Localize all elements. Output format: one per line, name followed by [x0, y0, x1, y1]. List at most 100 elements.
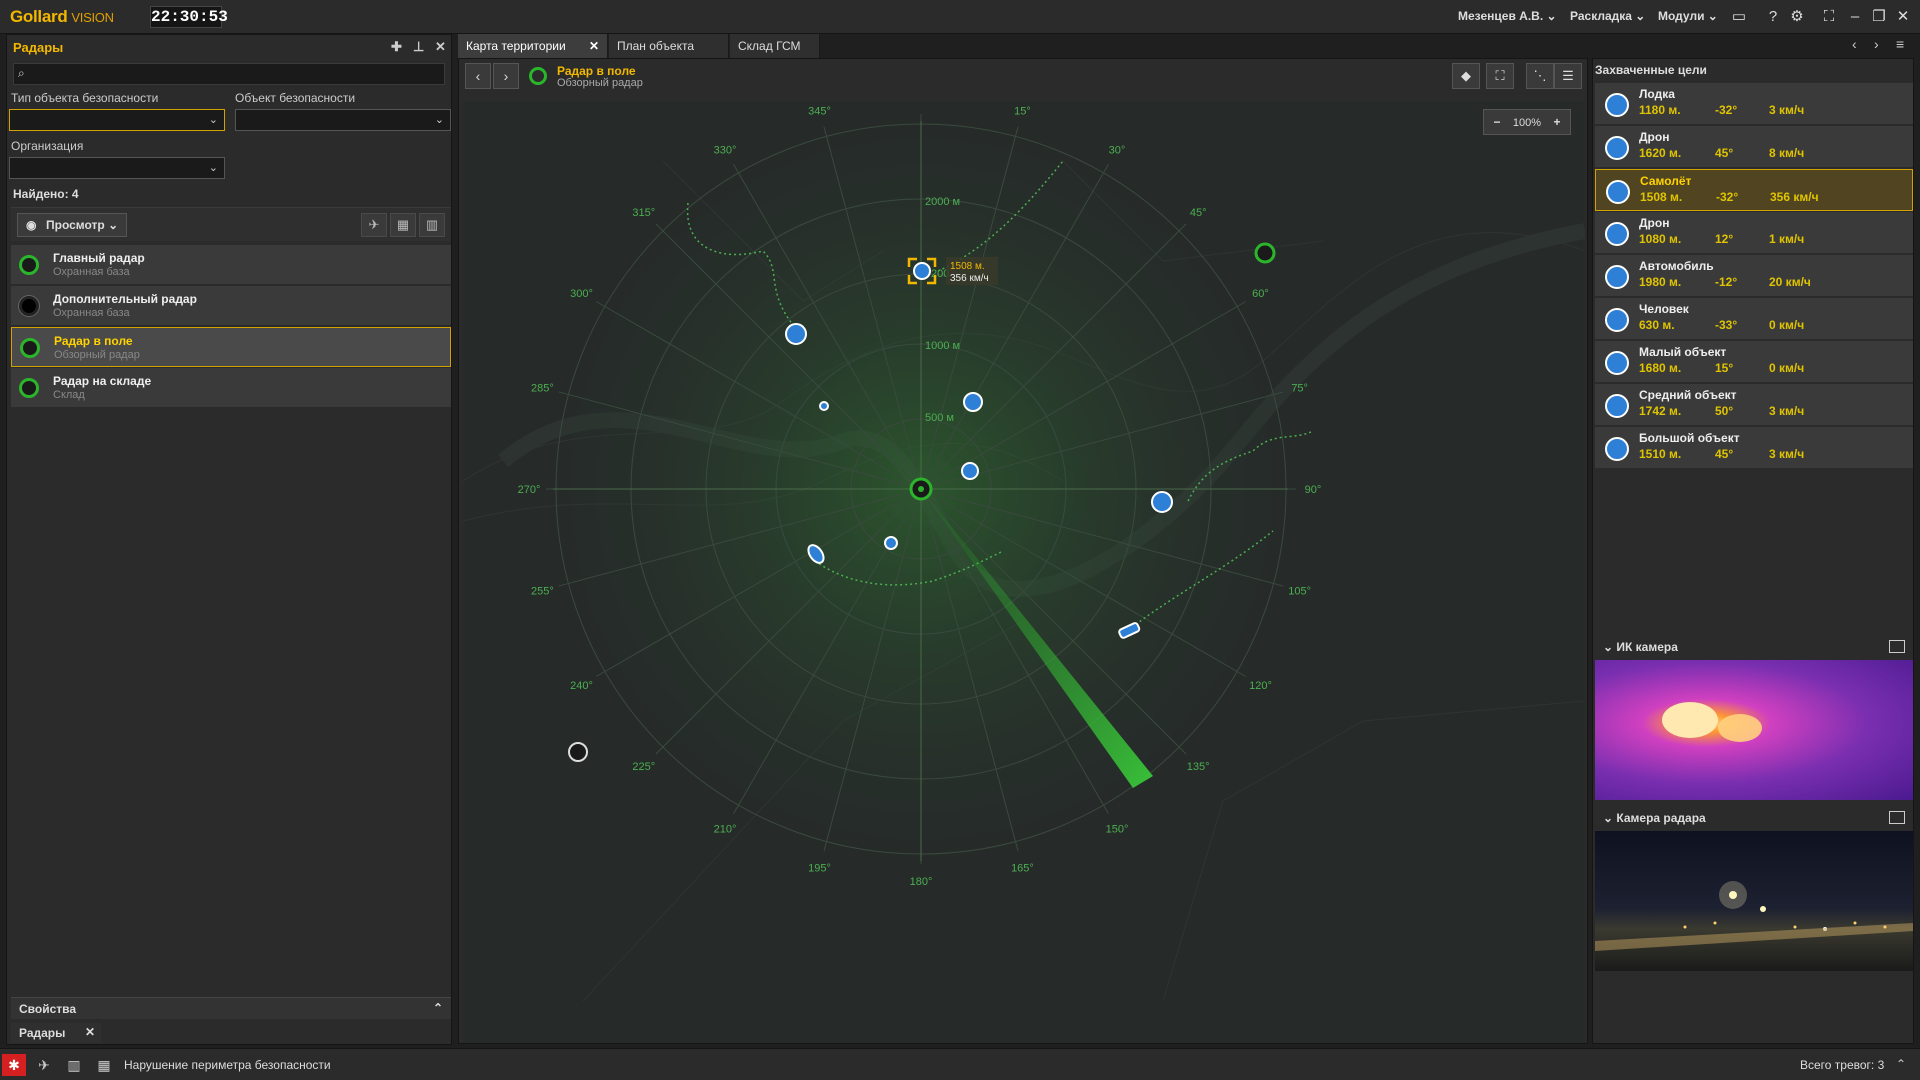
view-toolbar: ◉ Просмотр ⌄ ✈ ▦ ▥ [11, 207, 451, 241]
target-row[interactable]: Малый объект 1680 м. 15° 0 км/ч [1595, 341, 1913, 383]
tab-prev-icon[interactable]: ‹ [1852, 36, 1857, 52]
properties-section[interactable]: Свойства ⌃ [11, 997, 451, 1019]
target-row[interactable]: Средний объект 1742 м. 50° 3 км/ч [1595, 384, 1913, 426]
object-select[interactable]: ⌄ [235, 109, 451, 131]
angle-label: 90° [1305, 484, 1322, 496]
tab-territory-map[interactable]: Карта территории ✕ [458, 34, 608, 58]
panel-header: Радары ✚ ⊥ ✕ [7, 35, 451, 59]
ir-camera-header[interactable]: ⌄ ИК камера [1595, 636, 1913, 658]
drone-target-icon[interactable] [1151, 491, 1173, 513]
modules-menu[interactable]: Модули ⌄ [1658, 9, 1718, 23]
target-row[interactable]: Человек 630 м. -33° 0 км/ч [1595, 298, 1913, 340]
ir-camera-feed[interactable] [1595, 660, 1913, 800]
target-row[interactable]: Автомобиль 1980 м. -12° 20 км/ч [1595, 255, 1913, 297]
target-row[interactable]: Большой объект 1510 м. 45° 3 км/ч [1595, 427, 1913, 469]
zoom-out-button[interactable]: − [1484, 110, 1510, 134]
zoom-in-button[interactable]: + [1544, 110, 1570, 134]
large-object-target-icon[interactable] [963, 392, 983, 412]
gear-icon[interactable]: ⚙ [1786, 6, 1808, 28]
angle-label: 210° [714, 823, 737, 835]
radar-icon [20, 338, 40, 358]
send-icon[interactable]: ✈ [361, 213, 387, 237]
help-icon[interactable]: ? [1762, 6, 1784, 28]
clock: 22:30:53 [150, 6, 228, 28]
radar-item[interactable]: Дополнительный радар Охранная база [11, 286, 451, 326]
layout-menu[interactable]: Раскладка ⌄ [1570, 9, 1645, 23]
add-icon[interactable]: ✚ [391, 39, 402, 55]
maximize-icon[interactable]: ❐ [1868, 6, 1890, 28]
app-logo: Gollard VISION [10, 7, 114, 26]
expand-icon[interactable]: ⛶ [1486, 63, 1514, 89]
fullscreen-icon[interactable]: ⛶ [1818, 6, 1840, 28]
path-icon[interactable]: ⋱ [1526, 63, 1554, 89]
view-button[interactable]: ◉ Просмотр ⌄ [17, 213, 127, 237]
ir-animals-image [1662, 702, 1762, 742]
search-input[interactable]: ⌕ [13, 63, 445, 85]
target-row[interactable]: Самолёт 1508 м. -32° 356 км/ч [1595, 169, 1913, 211]
drone-icon [1605, 136, 1629, 160]
tab-menu-icon[interactable]: ≡ [1896, 36, 1904, 52]
night-scene-image [1595, 881, 1913, 951]
radar-item[interactable]: Радар на складе Склад [11, 368, 451, 408]
angle-label: 150° [1106, 823, 1129, 835]
grid-icon[interactable]: ▦ [92, 1054, 116, 1076]
target-row[interactable]: Дрон 1080 м. 12° 1 км/ч [1595, 212, 1913, 254]
close-icon[interactable]: ✕ [85, 1025, 95, 1039]
radar-marker-icon[interactable] [1254, 242, 1276, 264]
current-radar-name: Радар в поле [557, 64, 636, 78]
user-menu[interactable]: Мезенцев А.В. ⌄ [1458, 9, 1557, 23]
angle-label: 195° [808, 863, 831, 875]
person-icon [1605, 308, 1629, 332]
radar-item[interactable]: Главный радар Охранная база [11, 245, 451, 285]
chevron-up-icon[interactable]: ⌃ [1896, 1057, 1906, 1071]
layers-icon[interactable]: ◆ [1452, 63, 1480, 89]
tab-next-icon[interactable]: › [1874, 36, 1879, 52]
target-row[interactable]: Лодка 1180 м. -32° 3 км/ч [1595, 83, 1913, 125]
pin-icon[interactable]: ⊥ [413, 39, 424, 55]
object-label: Объект безопасности [235, 91, 356, 105]
plane-target-icon[interactable] [913, 262, 931, 280]
drone-target-icon[interactable] [785, 323, 807, 345]
drone-icon [1605, 222, 1629, 246]
window-icon[interactable]: ▭ [1728, 6, 1750, 28]
maximize-icon[interactable] [1889, 811, 1905, 824]
tab-fuel-depot[interactable]: Склад ГСМ [730, 34, 820, 58]
radar-map[interactable]: 500 м 1000 м 2000 м 200 0°15°30°45°60°75… [463, 101, 1585, 1043]
angle-label: 240° [570, 680, 593, 692]
boat-icon [1605, 93, 1629, 117]
grid-icon[interactable]: ▦ [390, 213, 416, 237]
ring-label: 2000 м [925, 196, 960, 208]
status-bar: ✱ ✈ ▥ ▦ Нарушение периметра безопасности… [0, 1048, 1920, 1080]
close-icon[interactable]: ✕ [435, 39, 446, 55]
medium-object-target-icon[interactable] [884, 536, 898, 550]
target-row[interactable]: Дрон 1620 м. 45° 8 км/ч [1595, 126, 1913, 168]
minimize-icon[interactable]: – [1844, 6, 1866, 28]
org-label: Организация [11, 139, 84, 153]
search-icon: ⌕ [18, 66, 25, 80]
list-icon[interactable]: ☰ [1554, 63, 1582, 89]
radar-item-selected[interactable]: Радар в поле Обзорный радар [11, 327, 451, 367]
back-button[interactable]: ‹ [465, 63, 491, 89]
radar-camera-feed[interactable] [1595, 831, 1913, 971]
tooltip-distance: 1508 м. [950, 261, 985, 272]
map-icon[interactable]: ▥ [62, 1054, 86, 1076]
chevron-down-icon: ⌄ [434, 114, 444, 126]
close-icon[interactable]: ✕ [589, 39, 599, 53]
tab-object-plan[interactable]: План объекта [609, 34, 729, 58]
map-icon[interactable]: ▥ [419, 213, 445, 237]
person-target-icon[interactable] [961, 462, 979, 480]
forward-button[interactable]: › [493, 63, 519, 89]
alarm-icon[interactable]: ✱ [2, 1054, 26, 1076]
type-label: Тип объекта безопасности [11, 91, 159, 105]
radar-camera-header[interactable]: ⌄ Камера радара [1595, 807, 1913, 829]
bottom-tab-radars[interactable]: Радары ✕ [11, 1023, 101, 1043]
map-panel: ‹ › Радар в поле Обзорный радар ◆ ⛶ ⋱ ☰ [458, 58, 1588, 1044]
alarm-count: Всего тревог: 3 [1800, 1058, 1885, 1072]
small-object-target-icon[interactable] [819, 401, 829, 411]
radar-marker-inactive-icon[interactable] [568, 742, 588, 762]
maximize-icon[interactable] [1889, 640, 1905, 653]
type-select[interactable]: ⌄ [9, 109, 225, 131]
send-icon[interactable]: ✈ [32, 1054, 56, 1076]
org-select[interactable]: ⌄ [9, 157, 225, 179]
close-icon[interactable]: ✕ [1892, 6, 1914, 28]
